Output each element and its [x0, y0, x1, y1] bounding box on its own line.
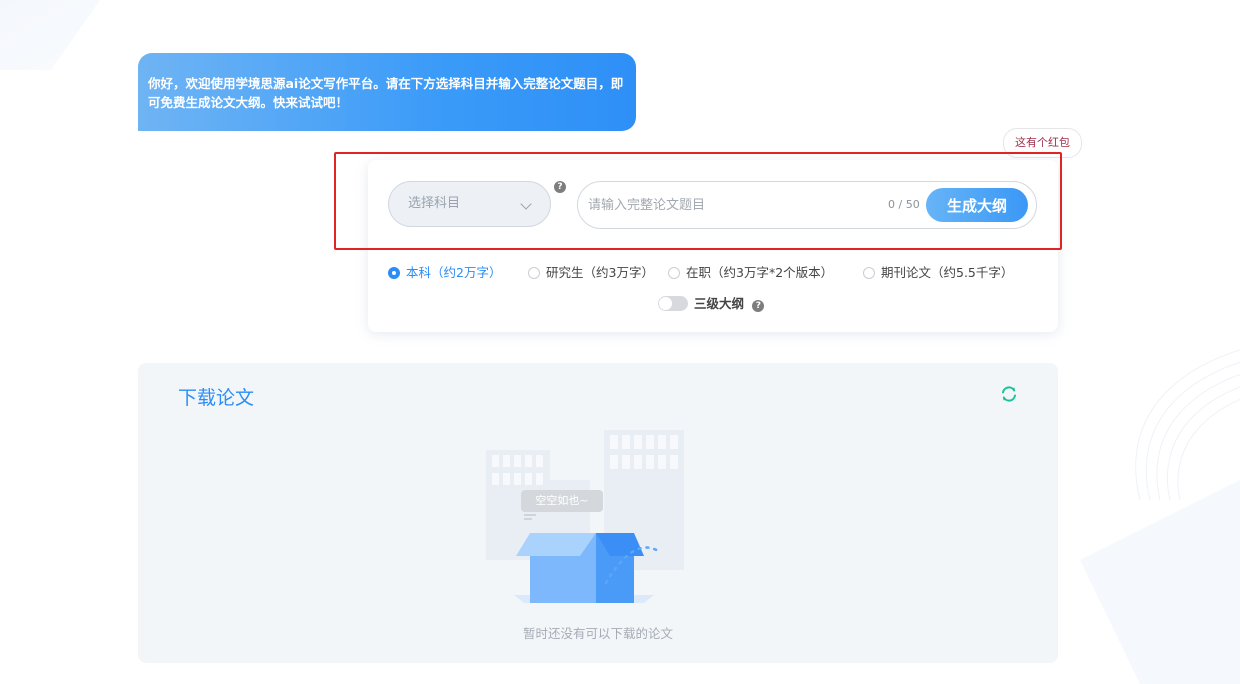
subject-select-value: 选择科目	[408, 196, 461, 211]
paper-type-option-undergraduate[interactable]: 本科（约2万字）	[388, 264, 501, 282]
radio-button[interactable]	[863, 267, 875, 279]
three-level-outline-toggle[interactable]	[658, 296, 688, 311]
download-panel: 下载论文 空空如也~ 暂时还没有可以下载的论文	[138, 363, 1058, 663]
outline-help-icon[interactable]: ?	[752, 300, 765, 312]
paper-type-option-graduate[interactable]: 研究生（约3万字）	[528, 264, 654, 282]
chevron-down-icon	[520, 198, 532, 210]
empty-box-illustration	[486, 430, 684, 603]
paper-type-option-inservice[interactable]: 在职（约3万字*2个版本）	[668, 264, 833, 282]
welcome-message-bubble: 你好，欢迎使用学境思源ai论文写作平台。请在下方选择科目并输入完整论文题目，即可…	[138, 53, 636, 131]
empty-state-bubble: 空空如也~	[521, 490, 603, 512]
outline-form-card: 选择科目 ? 0 / 50 生成大纲 本科（约2万字） 研究生（约3万字） 在职…	[368, 160, 1058, 332]
title-input-container: 0 / 50 生成大纲	[577, 181, 1037, 229]
subject-help-icon[interactable]: ?	[554, 181, 566, 193]
radio-button[interactable]	[528, 267, 540, 279]
three-level-outline-option: 三级大纲 ?	[658, 293, 765, 312]
refresh-icon[interactable]	[1000, 385, 1018, 403]
paper-type-label: 本科（约2万字）	[406, 265, 502, 280]
paper-title-input[interactable]	[588, 182, 868, 228]
paper-type-option-journal[interactable]: 期刊论文（约5.5千字）	[863, 264, 1013, 282]
download-panel-title: 下载论文	[178, 387, 255, 409]
three-level-outline-label: 三级大纲	[694, 296, 745, 311]
paper-type-radio-group: 本科（约2万字） 研究生（约3万字） 在职（约3万字*2个版本） 期刊论文（约5…	[388, 264, 1048, 282]
generate-outline-button[interactable]: 生成大纲	[926, 188, 1028, 222]
paper-type-label: 在职（约3万字*2个版本）	[686, 265, 834, 280]
subject-select[interactable]: 选择科目	[388, 181, 551, 227]
radio-button-selected[interactable]	[388, 267, 400, 279]
paper-type-label: 期刊论文（约5.5千字）	[881, 265, 1014, 280]
paper-type-label: 研究生（约3万字）	[546, 265, 654, 280]
radio-button[interactable]	[668, 267, 680, 279]
red-packet-tooltip[interactable]: 这有个红包	[1003, 128, 1082, 158]
char-count: 0 / 50	[888, 198, 920, 211]
empty-state-text: 暂时还没有可以下载的论文	[522, 626, 673, 641]
background-decoration	[0, 0, 150, 70]
